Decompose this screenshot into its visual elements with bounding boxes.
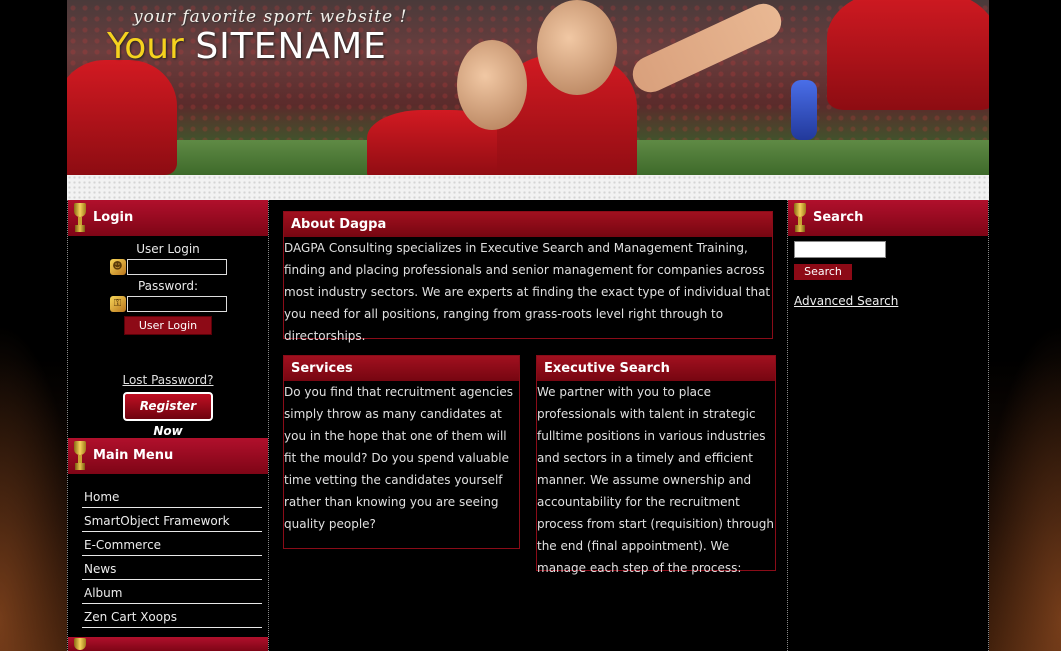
password-input[interactable] xyxy=(126,296,227,312)
password-row: ⚿ xyxy=(68,294,268,314)
site-tagline: your favorite sport website ! xyxy=(133,7,408,27)
executive-search-text: We partner with you to place professiona… xyxy=(537,385,774,575)
header-divider-strip xyxy=(67,175,989,200)
menu-item-label[interactable]: News xyxy=(82,562,116,576)
trophy-icon xyxy=(74,441,86,471)
menu-item-smartobject-framework[interactable]: SmartObject Framework xyxy=(82,508,262,532)
right-sidebar: Search Search Advanced Search xyxy=(787,200,989,651)
menu-item-zen-cart-xoops[interactable]: Zen Cart Xoops xyxy=(82,604,262,628)
search-block-header: Search xyxy=(788,200,988,236)
username-row: ☻ xyxy=(68,257,268,277)
user-login-button[interactable]: User Login xyxy=(124,316,212,335)
banner-player-head xyxy=(457,40,527,130)
search-title: Search xyxy=(813,210,864,225)
lost-password-link[interactable]: Lost Password? xyxy=(68,373,268,387)
password-label: Password: xyxy=(137,279,199,293)
login-title: Login xyxy=(93,210,134,225)
user-icon: ☻ xyxy=(109,259,126,275)
executive-search-panel: Executive Search We partner with you to … xyxy=(536,355,776,575)
next-block-header xyxy=(68,637,268,651)
search-input[interactable] xyxy=(794,241,886,258)
site-logo[interactable]: Your SITENAME xyxy=(107,26,387,67)
trophy-icon xyxy=(74,638,86,651)
menu-item-news[interactable]: News xyxy=(82,556,262,580)
main-menu-header: Main Menu xyxy=(68,438,268,474)
banner-player-blue xyxy=(791,80,817,140)
left-sidebar: Login User Login ☻ Password: ⚿ User Logi… xyxy=(67,200,269,651)
login-form: User Login ☻ Password: ⚿ User Login Lost… xyxy=(68,236,268,438)
trophy-icon xyxy=(74,203,86,233)
menu-item-label[interactable]: Zen Cart Xoops xyxy=(82,610,177,624)
executive-search-title: Executive Search xyxy=(537,356,775,381)
menu-item-album[interactable]: Album xyxy=(82,580,262,604)
user-login-label: User Login xyxy=(136,242,200,256)
services-panel: Services Do you find that recruitment ag… xyxy=(283,355,520,549)
menu-item-label[interactable]: Home xyxy=(82,490,119,504)
services-title: Services xyxy=(284,356,519,381)
trophy-icon xyxy=(794,203,806,233)
key-icon: ⚿ xyxy=(109,296,126,312)
menu-item-label[interactable]: SmartObject Framework xyxy=(82,514,230,528)
register-now-button[interactable]: Register Now xyxy=(123,392,213,438)
menu-item-label[interactable]: Album xyxy=(82,586,122,600)
site-name-second: SITENAME xyxy=(195,26,387,67)
services-text: Do you find that recruitment agencies si… xyxy=(284,385,513,531)
menu-item-home[interactable]: Home xyxy=(82,484,262,508)
advanced-search-link[interactable]: Advanced Search xyxy=(794,294,988,308)
main-menu-title: Main Menu xyxy=(93,448,174,463)
main-content: About Dagpa DAGPA Consulting specializes… xyxy=(269,200,787,651)
menu-item-e-commerce[interactable]: E-Commerce xyxy=(82,532,262,556)
about-text: DAGPA Consulting specializes in Executiv… xyxy=(284,241,771,343)
search-button[interactable]: Search xyxy=(794,264,852,280)
banner-player-head xyxy=(537,0,617,95)
about-panel: About Dagpa DAGPA Consulting specializes… xyxy=(283,211,773,343)
username-input[interactable] xyxy=(126,259,227,275)
banner-player xyxy=(67,60,177,175)
site-name-first: Your xyxy=(107,26,184,67)
main-menu-block: Main Menu Home SmartObject Framework E-C… xyxy=(68,438,268,628)
about-title: About Dagpa xyxy=(284,212,772,237)
main-menu-list: Home SmartObject Framework E-Commerce Ne… xyxy=(68,474,268,628)
menu-item-label[interactable]: E-Commerce xyxy=(82,538,161,552)
header-banner: your favorite sport website ! Your SITEN… xyxy=(67,0,989,175)
login-block-header: Login xyxy=(68,200,268,236)
banner-player xyxy=(827,0,989,110)
page-wrapper: your favorite sport website ! Your SITEN… xyxy=(67,0,989,651)
